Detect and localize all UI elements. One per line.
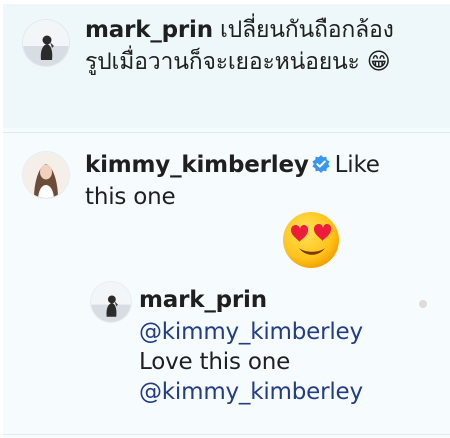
divider xyxy=(3,132,450,133)
comment-thread: mark_prin เปลี่ยนกันถือกล้อง รูปเมื่อวาน… xyxy=(0,0,450,438)
comment-body: kimmy_kimberley Like xyxy=(85,149,445,181)
reply-username: mark_prin xyxy=(139,284,267,316)
divider xyxy=(3,434,450,435)
grinning-emoji: 😁 xyxy=(366,49,391,75)
indicator-dot xyxy=(419,300,427,308)
reply-text: Love this one xyxy=(139,349,291,375)
comment-text: เปลี่ยนกันถือกล้อง xyxy=(220,17,394,43)
avatar-image xyxy=(23,20,69,66)
comment-text: Like xyxy=(334,152,380,178)
avatar-image xyxy=(91,282,131,322)
avatar-image xyxy=(23,152,69,198)
comment-text: รูปเมื่อวานก็จะเยอะหน่อยนะ xyxy=(85,49,360,75)
heart-eyes-emoji-icon xyxy=(281,210,341,270)
comment-body: mark_prin เปลี่ยนกันถือกล้อง xyxy=(85,14,445,46)
comment-text-line2: this one xyxy=(85,181,445,213)
comment-text: this one xyxy=(85,184,176,210)
avatar-mark-prin[interactable] xyxy=(23,20,69,66)
username-link[interactable]: kimmy_kimberley xyxy=(85,152,309,178)
comment-text-line2: รูปเมื่อวานก็จะเยอะหน่อยนะ 😁 xyxy=(85,46,445,78)
verified-badge-icon xyxy=(312,155,330,173)
mention-link[interactable]: @kimmy_kimberley xyxy=(139,376,363,408)
avatar-kimmy-kimberley[interactable] xyxy=(23,152,69,198)
avatar-mark-prin[interactable] xyxy=(91,282,131,322)
username-link[interactable]: mark_prin xyxy=(85,17,213,43)
username-link[interactable]: mark_prin xyxy=(139,287,267,313)
mention-link[interactable]: @kimmy_kimberley xyxy=(139,316,363,348)
